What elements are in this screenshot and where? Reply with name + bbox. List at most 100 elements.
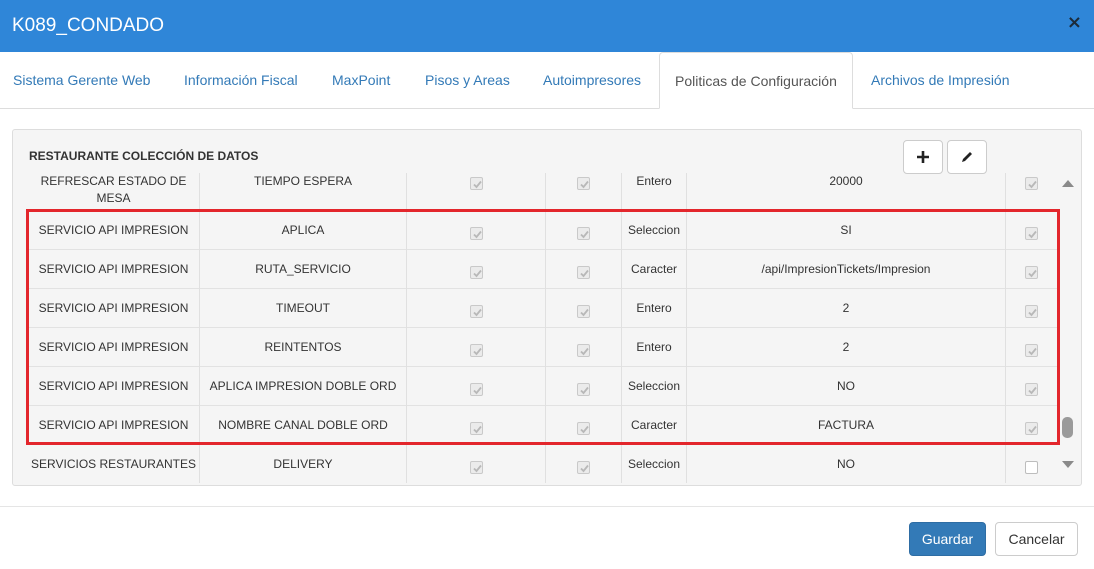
row-checkbox-cell xyxy=(1006,173,1057,211)
tab-autoimpresores[interactable]: Autoimpresores xyxy=(543,72,641,88)
pencil-icon xyxy=(962,152,972,162)
tab-sistema-gerente-web[interactable]: Sistema Gerente Web xyxy=(13,72,150,88)
config-table: REFRESCAR ESTADO DE MESA TIEMPO ESPERA Ent… xyxy=(28,173,1057,483)
checkbox-checked[interactable] xyxy=(470,305,483,318)
checkbox-checked[interactable] xyxy=(1025,177,1038,190)
checkbox-checked[interactable] xyxy=(577,383,590,396)
checkbox-checked[interactable] xyxy=(577,177,590,190)
table-row[interactable]: SERVICIO API IMPRESION APLICA Seleccion SI xyxy=(28,211,1057,250)
row-checkbox-cell xyxy=(546,445,622,483)
modal-header: K089_CONDADO × xyxy=(0,0,1094,52)
add-button[interactable] xyxy=(903,140,943,174)
checkbox-checked[interactable] xyxy=(1025,383,1038,396)
row-checkbox-cell xyxy=(407,211,546,250)
cell-tipo: Seleccion xyxy=(622,211,687,250)
footer-divider xyxy=(0,506,1094,507)
checkbox-checked[interactable] xyxy=(577,344,590,357)
modal-title: K089_CONDADO xyxy=(12,15,165,36)
table-row[interactable]: SERVICIO API IMPRESION APLICA IMPRESION D… xyxy=(28,367,1057,406)
data-collection-panel: RESTAURANTE COLECCIÓN DE DATOS REFRESCAR… xyxy=(12,129,1082,486)
cell-valor: NO xyxy=(687,445,1006,483)
cancel-button[interactable]: Cancelar xyxy=(995,522,1078,556)
checkbox-checked[interactable] xyxy=(1025,422,1038,435)
row-checkbox-cell xyxy=(407,406,546,445)
checkbox-checked[interactable] xyxy=(577,305,590,318)
cell-parametro: TIEMPO ESPERA xyxy=(200,173,407,211)
tab-politicas-de-configuracion[interactable]: Politicas de Configuración xyxy=(659,52,853,109)
row-checkbox-cell xyxy=(407,250,546,289)
checkbox-checked[interactable] xyxy=(470,227,483,240)
row-checkbox-cell xyxy=(1006,211,1057,250)
checkbox-checked[interactable] xyxy=(470,422,483,435)
row-checkbox-cell xyxy=(546,328,622,367)
cell-coleccion: SERVICIO API IMPRESION xyxy=(28,250,200,289)
checkbox-checked[interactable] xyxy=(577,227,590,240)
checkbox-checked[interactable] xyxy=(1025,344,1038,357)
cell-coleccion: SERVICIO API IMPRESION xyxy=(28,367,200,406)
row-checkbox-cell xyxy=(546,250,622,289)
table-row[interactable]: SERVICIO API IMPRESION TIMEOUT Entero 2 xyxy=(28,289,1057,328)
cell-parametro: DELIVERY xyxy=(200,445,407,483)
tab-pisos-y-areas[interactable]: Pisos y Areas xyxy=(425,72,510,88)
cell-parametro: APLICA xyxy=(200,211,407,250)
cell-valor: 2 xyxy=(687,289,1006,328)
cell-parametro: TIMEOUT xyxy=(200,289,407,328)
checkbox-checked[interactable] xyxy=(577,266,590,279)
cell-valor: SI xyxy=(687,211,1006,250)
cell-tipo: Seleccion xyxy=(622,445,687,483)
row-checkbox-cell xyxy=(407,328,546,367)
cell-valor: 2 xyxy=(687,328,1006,367)
checkbox-checked[interactable] xyxy=(470,344,483,357)
row-checkbox-cell xyxy=(546,173,622,211)
panel-title: RESTAURANTE COLECCIÓN DE DATOS xyxy=(29,149,259,163)
checkbox-checked[interactable] xyxy=(577,422,590,435)
checkbox-checked[interactable] xyxy=(470,383,483,396)
table-row[interactable]: SERVICIOS RESTAURANTES DELIVERY Seleccion N… xyxy=(28,445,1057,483)
tab-maxpoint[interactable]: MaxPoint xyxy=(332,72,390,88)
save-button[interactable]: Guardar xyxy=(909,522,986,556)
table-row[interactable]: SERVICIO API IMPRESION RUTA_SERVICIO Carac… xyxy=(28,250,1057,289)
cell-parametro: NOMBRE CANAL DOBLE ORD xyxy=(200,406,407,445)
checkbox-checked[interactable] xyxy=(470,177,483,190)
row-checkbox-cell xyxy=(1006,406,1057,445)
plus-icon xyxy=(917,151,929,163)
checkbox-checked[interactable] xyxy=(1025,305,1038,318)
scroll-up-icon[interactable] xyxy=(1062,180,1074,187)
tab-archivos-de-impresion[interactable]: Archivos de Impresión xyxy=(871,72,1010,88)
cell-tipo: Entero xyxy=(622,173,687,211)
edit-button[interactable] xyxy=(947,140,987,174)
cell-valor: NO xyxy=(687,367,1006,406)
cell-parametro: APLICA IMPRESION DOBLE ORD xyxy=(200,367,407,406)
config-modal: K089_CONDADO × Sistema Gerente Web Infor… xyxy=(0,0,1094,569)
checkbox-unchecked[interactable] xyxy=(1025,461,1038,474)
cell-tipo: Entero xyxy=(622,289,687,328)
row-checkbox-cell xyxy=(546,406,622,445)
cell-tipo: Entero xyxy=(622,328,687,367)
cell-coleccion: SERVICIO API IMPRESION xyxy=(28,406,200,445)
tab-bar: Sistema Gerente Web Información Fiscal M… xyxy=(0,52,1094,109)
table-row[interactable]: SERVICIO API IMPRESION REINTENTOS Entero 2 xyxy=(28,328,1057,367)
tab-informacion-fiscal[interactable]: Información Fiscal xyxy=(184,72,298,88)
cell-tipo: Caracter xyxy=(622,406,687,445)
checkbox-checked[interactable] xyxy=(470,266,483,279)
row-checkbox-cell xyxy=(1006,328,1057,367)
cell-valor: FACTURA xyxy=(687,406,1006,445)
row-checkbox-cell xyxy=(1006,445,1057,483)
table-scrollbar[interactable] xyxy=(1057,173,1077,483)
row-checkbox-cell xyxy=(1006,289,1057,328)
cell-valor: 20000 xyxy=(687,173,1006,211)
close-icon[interactable]: × xyxy=(1067,12,1082,33)
checkbox-checked[interactable] xyxy=(470,461,483,474)
checkbox-checked[interactable] xyxy=(577,461,590,474)
row-checkbox-cell xyxy=(546,367,622,406)
cell-valor: /api/ImpresionTickets/Impresion xyxy=(687,250,1006,289)
table-row[interactable]: SERVICIO API IMPRESION NOMBRE CANAL DOBLE… xyxy=(28,406,1057,445)
scroll-down-icon[interactable] xyxy=(1062,461,1074,468)
row-checkbox-cell xyxy=(407,367,546,406)
row-checkbox-cell xyxy=(1006,367,1057,406)
table-row[interactable]: REFRESCAR ESTADO DE MESA TIEMPO ESPERA Ent… xyxy=(28,173,1057,211)
cell-tipo: Seleccion xyxy=(622,367,687,406)
scroll-thumb[interactable] xyxy=(1062,417,1073,438)
checkbox-checked[interactable] xyxy=(1025,227,1038,240)
checkbox-checked[interactable] xyxy=(1025,266,1038,279)
